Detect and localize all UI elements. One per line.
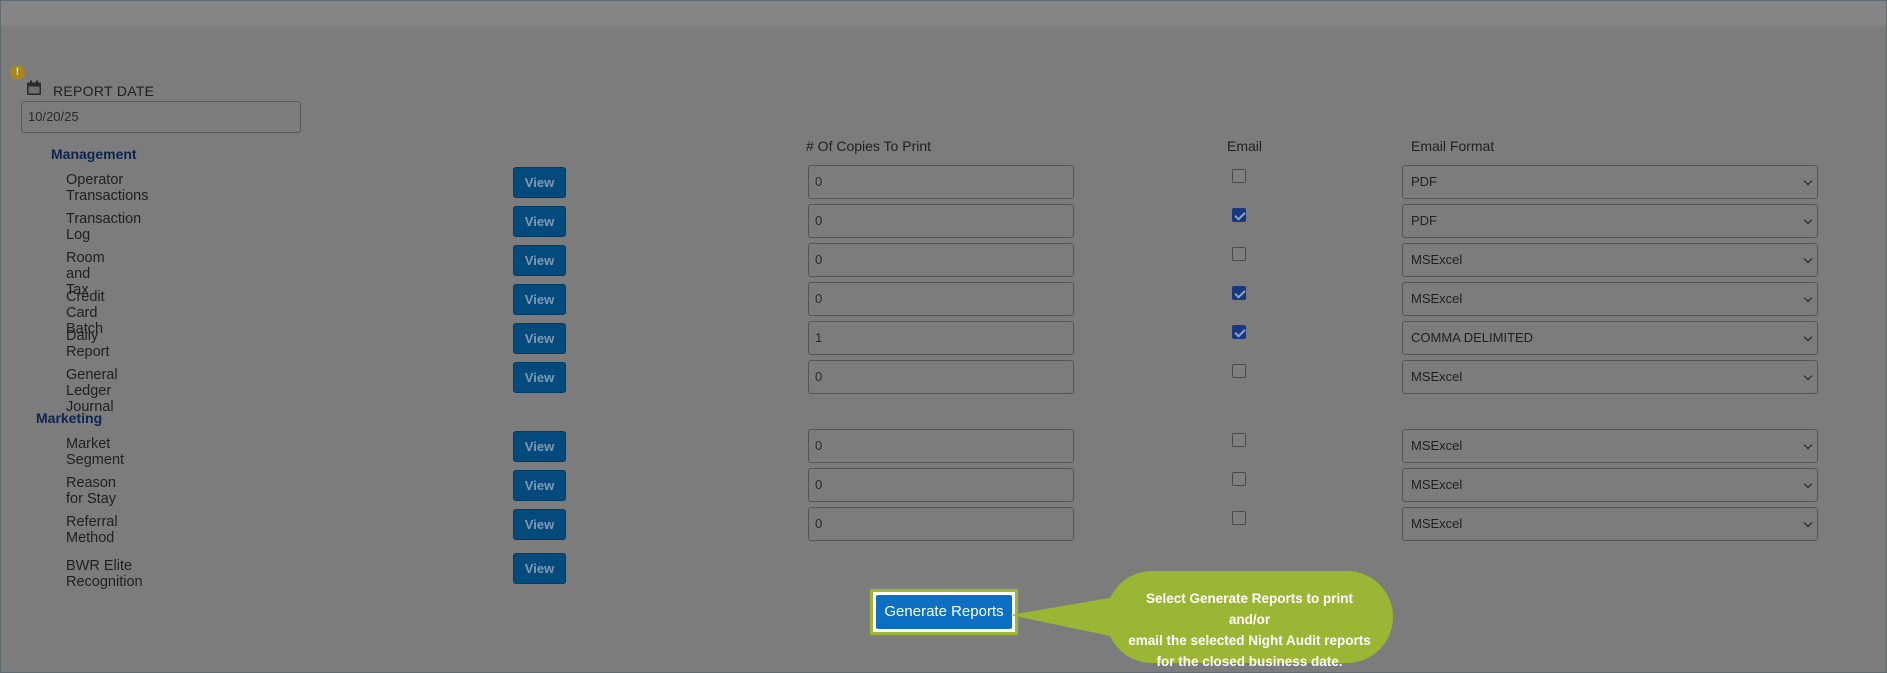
email-checkbox[interactable] [1232, 286, 1246, 300]
view-button[interactable]: View [513, 245, 566, 276]
view-button[interactable]: View [513, 167, 566, 198]
email-format-select[interactable]: MSExcel [1402, 507, 1818, 541]
email-format-select[interactable]: MSExcel [1402, 282, 1818, 316]
chevron-down-icon [1803, 479, 1813, 489]
tooltip-line-1: Select Generate Reports to print and/or [1145, 591, 1354, 627]
email-format-select[interactable]: MSExcel [1402, 360, 1818, 394]
report-date-label: REPORT DATE [53, 83, 155, 99]
chevron-down-icon [1803, 254, 1813, 264]
generate-reports-highlight: Generate Reports [870, 589, 1018, 635]
copies-input[interactable]: 0 [808, 165, 1074, 199]
chevron-down-icon [1803, 332, 1813, 342]
copies-input[interactable]: 0 [808, 468, 1074, 502]
chevron-down-icon [1803, 293, 1813, 303]
copies-input[interactable]: 1 [808, 321, 1074, 355]
email-format-select[interactable]: PDF [1402, 204, 1818, 238]
section-management: Management [51, 146, 137, 162]
chevron-down-icon [1803, 518, 1813, 528]
copies-column-header: # Of Copies To Print [806, 138, 932, 154]
view-button[interactable]: View [513, 206, 566, 237]
email-format-value: MSExcel [1411, 477, 1463, 492]
email-checkbox[interactable] [1232, 208, 1246, 222]
report-name: Reason for Stay [66, 475, 116, 507]
info-icon[interactable]: ! [10, 65, 25, 80]
email-format-select[interactable]: PDF [1402, 165, 1818, 199]
report-name: BWR Elite Recognition [66, 558, 143, 590]
chevron-down-icon [1803, 215, 1813, 225]
report-name: Transaction Log [66, 211, 142, 243]
email-checkbox[interactable] [1232, 364, 1246, 378]
report-name: General Ledger Journal [66, 367, 118, 415]
copies-input[interactable]: 0 [808, 507, 1074, 541]
copies-input[interactable]: 0 [808, 282, 1074, 316]
view-button[interactable]: View [513, 470, 566, 501]
email-format-select[interactable]: MSExcel [1402, 468, 1818, 502]
chevron-down-icon [1803, 371, 1813, 381]
email-format-value: COMMA DELIMITED [1411, 330, 1534, 345]
email-format-value: PDF [1411, 213, 1437, 228]
email-checkbox[interactable] [1232, 472, 1246, 486]
view-button[interactable]: View [513, 323, 566, 354]
copies-input[interactable]: 0 [808, 360, 1074, 394]
report-name: Referral Method [66, 514, 118, 546]
email-checkbox[interactable] [1232, 433, 1246, 447]
email-format-column-header: Email Format [1411, 138, 1495, 154]
email-checkbox[interactable] [1232, 511, 1246, 525]
email-checkbox[interactable] [1232, 325, 1246, 339]
email-format-value: MSExcel [1411, 291, 1463, 306]
top-bar [1, 1, 1886, 26]
copies-input[interactable]: 0 [808, 243, 1074, 277]
email-format-select[interactable]: COMMA DELIMITED [1402, 321, 1818, 355]
email-checkbox[interactable] [1232, 247, 1246, 261]
email-format-select[interactable]: MSExcel [1402, 243, 1818, 277]
view-button[interactable]: View [513, 284, 566, 315]
report-date-input[interactable]: 10/20/25 [21, 101, 301, 133]
chevron-down-icon [1803, 176, 1813, 186]
email-format-value: MSExcel [1411, 516, 1463, 531]
email-format-select[interactable]: MSExcel [1402, 429, 1818, 463]
instruction-tooltip: Select Generate Reports to print and/or … [1106, 571, 1393, 669]
email-format-value: PDF [1411, 174, 1437, 189]
tooltip-pointer [1010, 597, 1115, 637]
calendar-icon [27, 80, 41, 95]
copies-input[interactable]: 0 [808, 204, 1074, 238]
tooltip-line-2: email the selected Night Audit reports [1128, 633, 1371, 648]
report-name: Operator Transactions [66, 172, 149, 204]
report-name: Market Segment [66, 436, 125, 468]
email-column-header: Email [1227, 138, 1263, 154]
email-format-value: MSExcel [1411, 369, 1463, 384]
copies-input[interactable]: 0 [808, 429, 1074, 463]
view-button[interactable]: View [513, 553, 566, 584]
view-button[interactable]: View [513, 362, 566, 393]
chevron-down-icon [1803, 440, 1813, 450]
email-format-value: MSExcel [1411, 252, 1463, 267]
email-checkbox[interactable] [1232, 169, 1246, 183]
generate-reports-button[interactable]: Generate Reports [876, 595, 1012, 629]
view-button[interactable]: View [513, 509, 566, 540]
tooltip-line-3: for the closed business date. [1156, 654, 1343, 669]
view-button[interactable]: View [513, 431, 566, 462]
report-name: Daily Report [66, 328, 110, 360]
email-format-value: MSExcel [1411, 438, 1463, 453]
